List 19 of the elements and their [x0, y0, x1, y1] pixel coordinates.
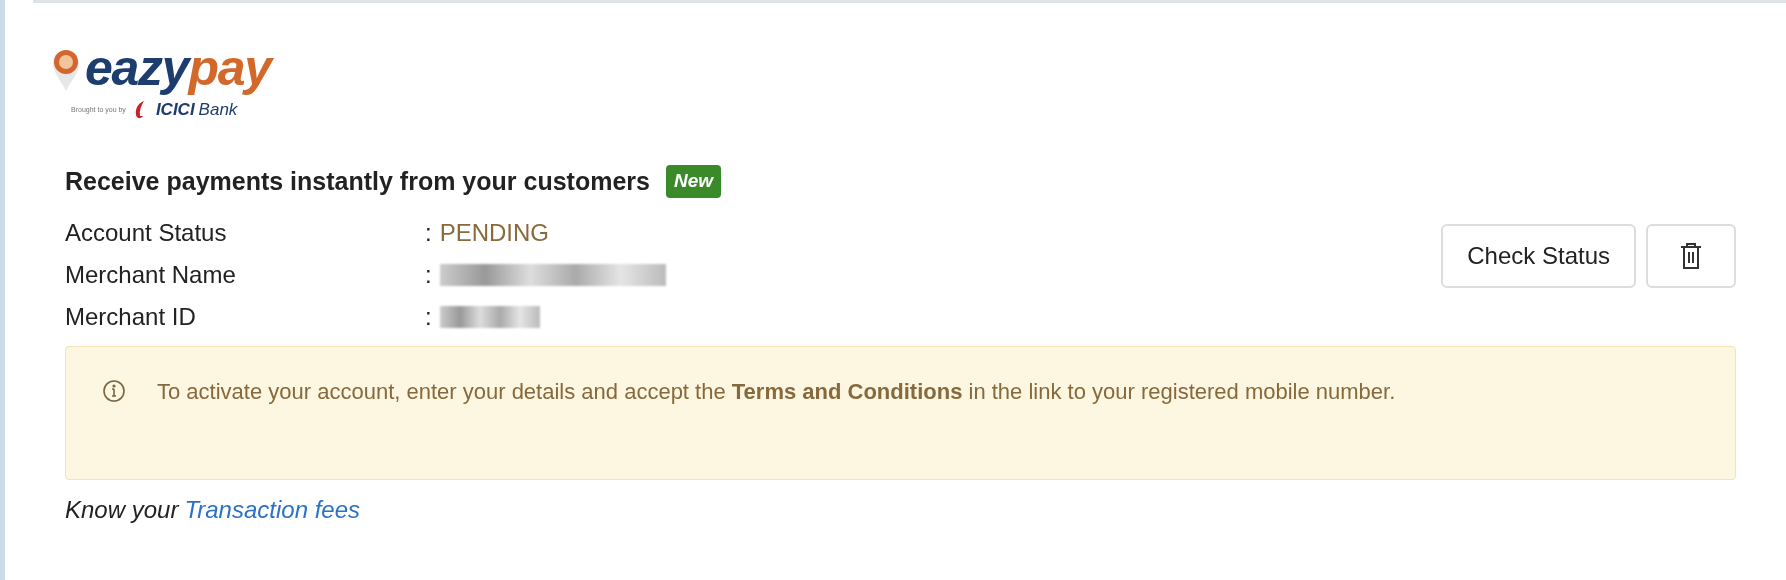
status-value: PENDING — [439, 218, 550, 248]
map-pin-icon — [51, 47, 81, 93]
bank-name: Bank — [198, 99, 238, 121]
check-status-button[interactable]: Check Status — [1441, 224, 1636, 288]
separator: : — [425, 302, 432, 332]
field-label: Merchant ID — [65, 302, 197, 332]
separator: : — [425, 218, 432, 248]
delete-button[interactable] — [1646, 224, 1736, 288]
info-icon — [102, 379, 126, 403]
transaction-fees-link[interactable]: Transaction fees — [184, 492, 361, 528]
section-heading: Receive payments instantly from your customers — [65, 165, 650, 197]
notice-text: To activate your account, enter your details and accept the Terms and Conditions in the link to your registered mobile number. — [157, 378, 1396, 406]
trash-icon — [1680, 242, 1702, 270]
footer-text: Know your — [65, 495, 179, 525]
new-badge: New — [665, 165, 721, 198]
field-label: Merchant Name — [65, 260, 237, 290]
separator: : — [425, 260, 432, 290]
bank-name: ICICI — [155, 99, 195, 121]
field-label: Account Status — [65, 218, 228, 248]
